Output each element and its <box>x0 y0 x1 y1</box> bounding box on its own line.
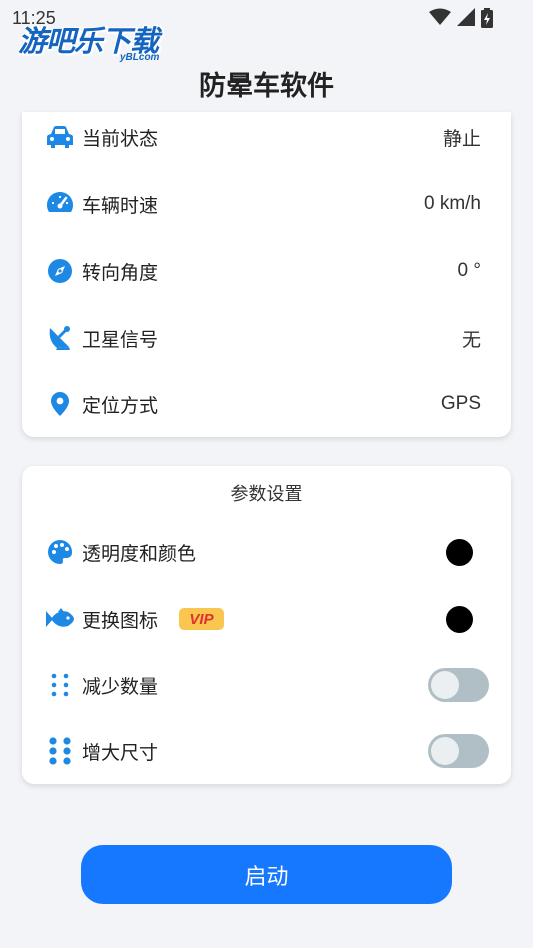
watermark-text: 游吧乐下载 <box>18 24 159 58</box>
dots-large-icon <box>46 737 74 765</box>
dots-small-icon <box>46 671 74 699</box>
status-row-satellite: 卫星信号 无 <box>22 318 511 358</box>
status-row-value: 静止 <box>442 128 481 150</box>
status-row-value: 0 ° <box>457 260 481 281</box>
param-row-reduce-count[interactable]: 减少数量 <box>22 665 511 705</box>
param-row-opacity-color[interactable]: 透明度和颜色 <box>22 532 511 572</box>
status-row-speed: 车辆时速 0 km/h <box>22 184 511 224</box>
reduce-count-toggle[interactable] <box>428 668 489 702</box>
status-row-value: 无 <box>461 329 481 351</box>
speedometer-icon <box>46 190 74 218</box>
toggle-knob <box>431 671 459 699</box>
param-row-change-icon[interactable]: 更换图标 VIP <box>22 599 511 639</box>
start-button[interactable]: 启动 <box>81 845 452 904</box>
status-row-label: 定位方式 <box>82 394 159 417</box>
status-row-label: 车辆时速 <box>82 194 159 217</box>
cellular-signal-icon <box>457 8 475 26</box>
toggle-knob <box>431 737 459 765</box>
palette-icon <box>46 538 74 566</box>
status-card: 当前状态 静止 车辆时速 0 km/h 转向角度 0 ° 卫星信号 无 定位方式… <box>22 112 511 437</box>
wifi-icon <box>429 8 451 25</box>
watermark-subtext: yBLcom <box>120 52 160 63</box>
param-row-label: 减少数量 <box>82 675 159 698</box>
params-title: 参数设置 <box>230 484 303 505</box>
battery-icon <box>481 8 493 28</box>
param-row-label: 增大尺寸 <box>82 741 159 764</box>
status-row-label: 转向角度 <box>82 261 159 284</box>
param-row-label: 更换图标 <box>82 609 159 632</box>
param-row-increase-size[interactable]: 增大尺寸 <box>22 731 511 771</box>
watermark-logo: 游吧乐下载 yBLcom <box>18 18 188 66</box>
compass-icon <box>46 257 74 285</box>
color-picker-dot[interactable] <box>446 538 473 566</box>
status-row-label: 卫星信号 <box>82 328 159 351</box>
param-row-label: 透明度和颜色 <box>82 542 197 565</box>
status-row-value: GPS <box>440 393 481 414</box>
status-row-angle: 转向角度 0 ° <box>22 251 511 291</box>
page-title: 防晕车软件 <box>199 71 334 102</box>
status-row-value: 0 km/h <box>423 193 481 214</box>
icon-picker-dot[interactable] <box>446 605 473 633</box>
params-card: 参数设置 透明度和颜色 更换图标 VIP 减少数量 增大尺寸 <box>22 466 511 784</box>
status-row-label: 当前状态 <box>82 127 159 150</box>
status-icons <box>429 8 493 28</box>
location-pin-icon <box>46 390 74 418</box>
status-row-positioning: 定位方式 GPS <box>22 384 511 424</box>
satellite-dish-icon <box>46 324 74 352</box>
car-icon <box>46 123 74 151</box>
fish-icon <box>46 605 74 633</box>
vip-badge: VIP <box>179 608 224 630</box>
status-row-state: 当前状态 静止 <box>22 117 511 157</box>
increase-size-toggle[interactable] <box>428 734 489 768</box>
